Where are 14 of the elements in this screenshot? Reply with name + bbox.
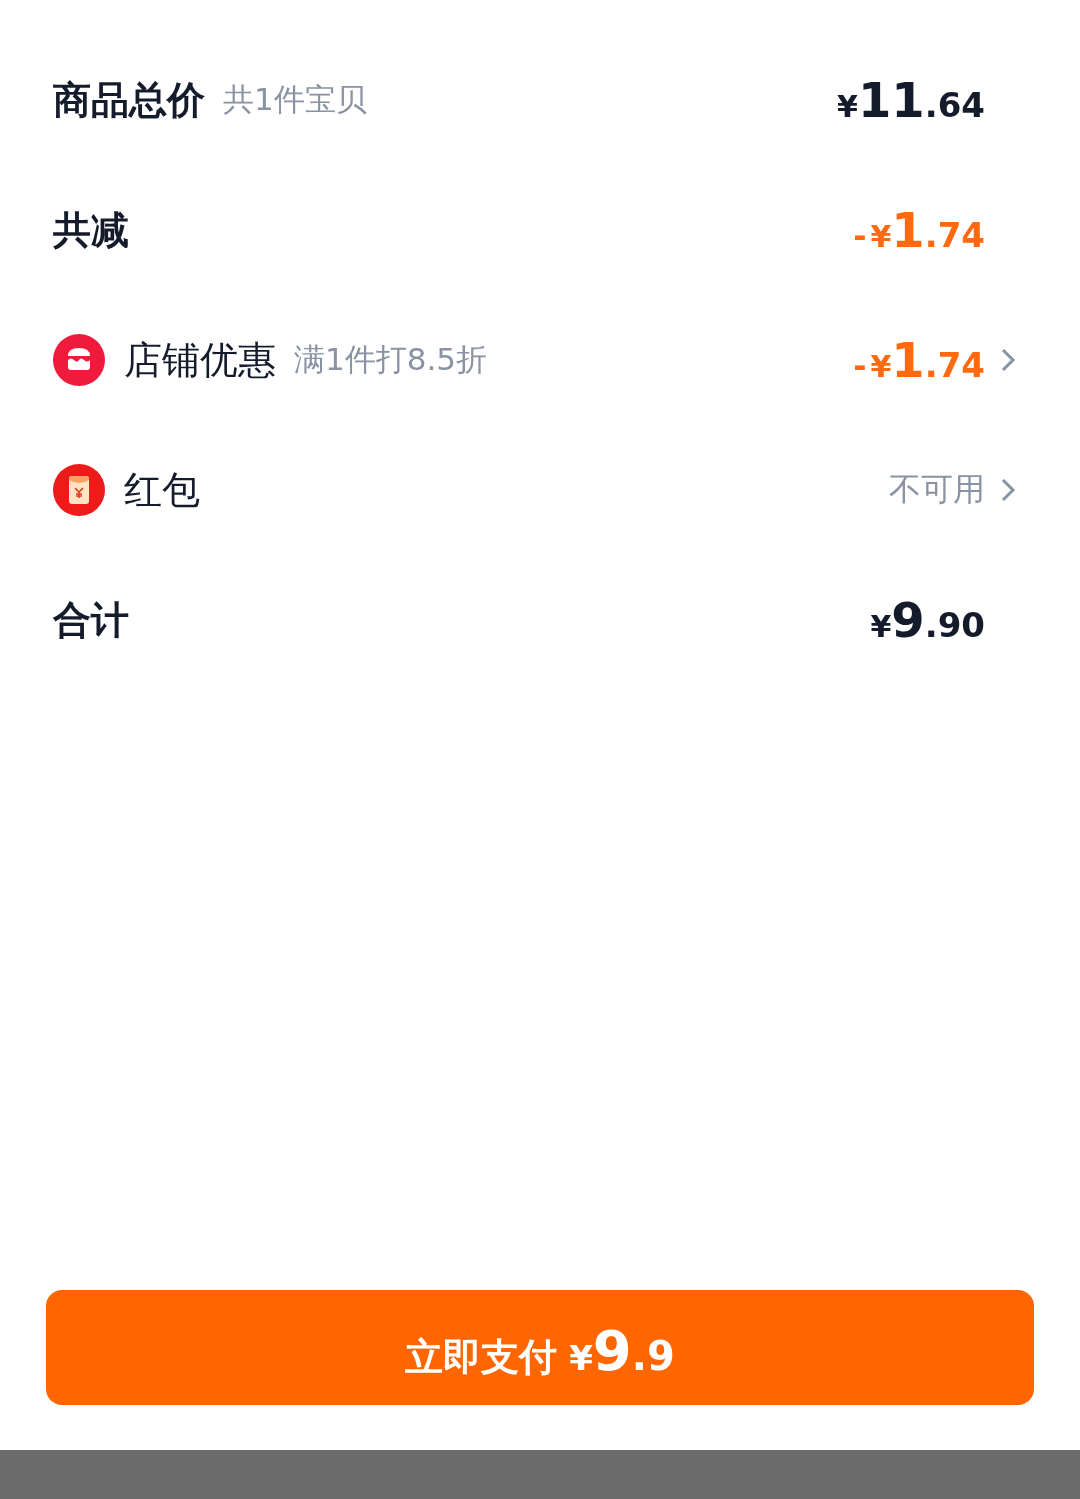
price-text: -¥1.74	[853, 332, 985, 388]
price-text: ¥11.64	[837, 72, 985, 128]
envelope-icon	[53, 464, 105, 516]
row-label[interactable]: 店铺优惠	[124, 334, 276, 386]
row-label[interactable]: 红包	[124, 464, 200, 516]
row-note: 满1件打8.5折	[294, 340, 488, 379]
status-text: 不可用	[889, 469, 985, 510]
row-note: 共1件宝贝	[223, 80, 367, 119]
store-icon	[53, 334, 105, 386]
price-text: ¥9.90	[870, 592, 985, 648]
row-label: 共减	[53, 206, 129, 254]
row-label: 合计	[53, 596, 129, 644]
price-text: -¥1.74	[853, 202, 985, 258]
row-label: 商品总价	[53, 76, 205, 124]
